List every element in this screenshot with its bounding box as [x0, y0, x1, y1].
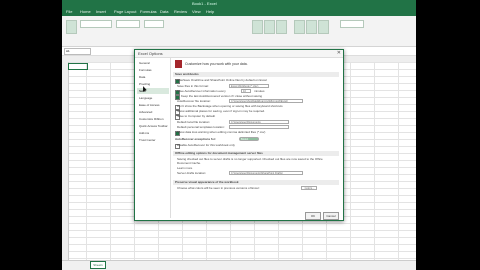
tab-page-layout[interactable]: Page Layout	[114, 9, 136, 14]
default-personal-input[interactable]	[229, 125, 289, 129]
colors-label: Choose what colors will be seen in previ…	[177, 186, 260, 190]
section-offline-editing: Offline editing options for document man…	[173, 151, 339, 156]
insert-cells-button[interactable]	[294, 20, 305, 34]
nav-general[interactable]: General	[137, 60, 169, 66]
section-autorecover-exceptions: AutoRecover exceptions for:	[175, 137, 217, 141]
tab-home[interactable]: Home	[80, 9, 91, 14]
nav-customize-ribbon[interactable]: Customize Ribbon	[137, 116, 169, 122]
disable-autorecover-label: Disable AutoRecover for this workbook on…	[177, 143, 235, 147]
dialog-title-bar: Excel Options ✕	[135, 50, 343, 58]
cancel-button[interactable]: Cancel	[323, 212, 339, 220]
save-format-select[interactable]: Excel Workbook (*.xlsx)	[229, 84, 269, 88]
status-bar	[62, 260, 416, 270]
nav-quick-access-toolbar[interactable]: Quick Access Toolbar	[137, 123, 169, 129]
colors-button[interactable]: Colors...	[301, 186, 317, 190]
tab-view[interactable]: View	[192, 9, 201, 14]
format-as-table-button[interactable]	[264, 20, 275, 34]
server-drafts-input[interactable]: C:\Users\user\Documents\SharePoint Draft…	[229, 171, 303, 175]
minutes-label: minutes	[254, 89, 265, 93]
nav-data[interactable]: Data	[137, 74, 169, 80]
learn-more-link[interactable]: Learn more	[177, 166, 192, 170]
tab-data[interactable]: Data	[160, 9, 168, 14]
excel-options-dialog: Excel Options ✕ General Formulas Data Pr…	[134, 49, 344, 221]
nav-formulas[interactable]: Formulas	[137, 67, 169, 73]
row-headers	[62, 62, 69, 260]
autorecover-location-input[interactable]: C:\Users\user\AppData\Roaming\Microsoft\…	[229, 99, 303, 103]
panel-header: Customize how you work with your data.	[173, 58, 339, 70]
close-icon[interactable]: ✕	[337, 50, 341, 56]
default-personal-label: Default personal templates location:	[177, 125, 225, 129]
autorecover-minutes-input[interactable]: 10	[241, 89, 251, 93]
tab-review[interactable]: Review	[174, 9, 187, 14]
nav-language[interactable]: Language	[137, 95, 169, 101]
default-local-input[interactable]: C:\Users\user\Documents	[229, 120, 289, 124]
editing-group[interactable]	[340, 20, 364, 28]
font-selector[interactable]	[80, 20, 112, 28]
ribbon	[62, 16, 416, 47]
tab-insert[interactable]: Insert	[96, 9, 106, 14]
section-save-workbooks: Save workbooks	[173, 72, 339, 77]
autorecover-location-label: AutoRecover file location:	[177, 99, 212, 103]
title-bar: Book1 - Excel	[62, 0, 416, 8]
dialog-title: Excel Options	[138, 51, 163, 56]
save-format-label: Save files in this format:	[177, 84, 209, 88]
default-local-label: Default local file location:	[177, 120, 211, 124]
keep-last-label: Keep the last AutoRecovered version if I…	[181, 94, 263, 98]
section-visual-appearance: Preserve visual appearance of the workbo…	[173, 180, 339, 185]
options-nav: General Formulas Data Proofing Save Lang…	[136, 58, 171, 218]
selected-cell[interactable]	[68, 63, 88, 70]
tab-formulas[interactable]: Formulas	[140, 9, 157, 14]
conditional-formatting-button[interactable]	[252, 20, 263, 34]
sheet-tab[interactable]: Sheet1	[90, 261, 106, 269]
server-drafts-label: Server drafts location:	[177, 171, 207, 175]
save-computer-label: Save to Computer by default	[177, 114, 216, 118]
format-cells-button[interactable]	[318, 20, 329, 34]
tab-file[interactable]: File	[66, 9, 72, 14]
window-title: Book1 - Excel	[192, 1, 217, 6]
show-additional-label: Show additional places for saving, even …	[177, 109, 266, 113]
name-box[interactable]: A1	[64, 48, 91, 55]
nav-advanced[interactable]: Advanced	[137, 109, 169, 115]
no-backstage-label: Don't show the Backstage when opening or…	[177, 104, 283, 108]
alignment-group[interactable]	[116, 20, 140, 28]
ok-button[interactable]: OK	[305, 212, 321, 220]
save-icon	[175, 60, 182, 68]
nav-add-ins[interactable]: Add-ins	[137, 130, 169, 136]
nav-ease-of-access[interactable]: Ease of Access	[137, 102, 169, 108]
paste-button[interactable]	[66, 20, 77, 34]
cell-styles-button[interactable]	[276, 20, 287, 34]
autorecover-workbook-select[interactable]: Book1	[239, 137, 259, 141]
tab-help[interactable]: Help	[206, 9, 214, 14]
panel-header-text: Customize how you work with your data.	[185, 62, 248, 66]
autosave-label: AutoSave OneDrive and SharePoint Online …	[177, 78, 267, 82]
nav-trust-center[interactable]: Trust Center	[137, 137, 169, 143]
save-options-panel: Customize how you work with your data. S…	[173, 58, 341, 210]
csv-warning-label: Show data loss warning when editing comm…	[177, 130, 266, 134]
ribbon-tabs: File Home Insert Page Layout Formulas Da…	[62, 8, 416, 16]
offline-note: Saving checked out files to server draft…	[177, 157, 323, 165]
delete-cells-button[interactable]	[306, 20, 317, 34]
autorecover-label: Save AutoRecover information every	[177, 89, 226, 93]
number-format[interactable]	[144, 20, 164, 28]
